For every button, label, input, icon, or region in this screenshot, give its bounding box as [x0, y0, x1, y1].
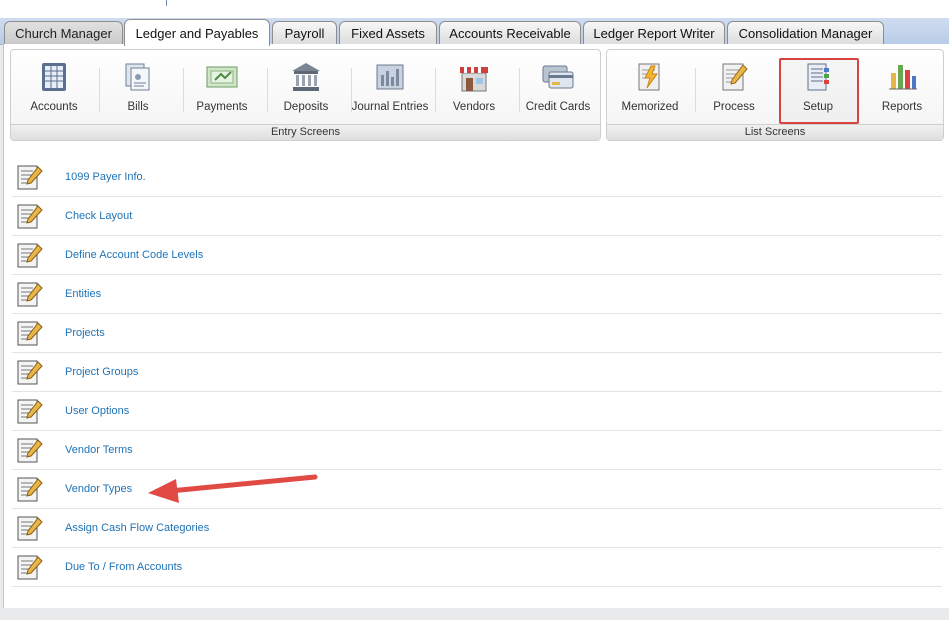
process-button[interactable]: Process — [693, 60, 775, 120]
edit-document-icon — [16, 359, 44, 386]
top-bar — [0, 0, 949, 18]
setup-link-1099-payer-info[interactable]: 1099 Payer Info. — [65, 171, 146, 183]
vendors-button[interactable]: Vendors — [433, 60, 515, 120]
setup-button[interactable]: Setup — [777, 60, 859, 120]
setup-link-project-groups[interactable]: Project Groups — [65, 366, 138, 378]
deposits-button[interactable]: Deposits — [265, 60, 347, 120]
setup-link-vendor-types[interactable]: Vendor Types — [65, 483, 132, 495]
setup-link-assign-cash-flow-categories[interactable]: Assign Cash Flow Categories — [65, 522, 209, 534]
memorized-label: Memorized — [621, 101, 679, 113]
reports-button[interactable]: Reports — [861, 60, 943, 120]
edit-document-icon — [16, 515, 44, 542]
setup-link-check-layout[interactable]: Check Layout — [65, 210, 132, 222]
edit-document-icon — [16, 164, 44, 191]
list-item: Check Layout — [12, 197, 942, 236]
list-item: 1099 Payer Info. — [12, 158, 942, 197]
tab-church-manager[interactable]: Church Manager — [4, 21, 123, 45]
bills-button[interactable]: Bills — [97, 60, 179, 120]
pencil-doc-icon — [717, 60, 751, 94]
list-item: User Options — [12, 392, 942, 431]
edit-document-icon — [16, 398, 44, 425]
setup-doc-icon — [801, 60, 835, 94]
memorized-button[interactable]: Memorized — [609, 60, 691, 120]
edit-document-icon — [16, 281, 44, 308]
setup-link-entities[interactable]: Entities — [65, 288, 101, 300]
annotation-arrow-icon — [148, 474, 318, 503]
accounts-label: Accounts — [30, 101, 78, 113]
accounts-icon — [37, 60, 71, 94]
tab-accounts-receivable[interactable]: Accounts Receivable — [439, 21, 581, 45]
list-item: Due To / From Accounts — [12, 548, 942, 587]
list-item: Project Groups — [12, 353, 942, 392]
credit-cards-button[interactable]: Credit Cards — [517, 60, 599, 120]
setup-link-user-options[interactable]: User Options — [65, 405, 129, 417]
bills-icon — [121, 60, 155, 94]
list-item: Define Account Code Levels — [12, 236, 942, 275]
payments-label: Payments — [196, 101, 248, 113]
edit-document-icon — [16, 554, 44, 581]
lightning-doc-icon — [633, 60, 667, 94]
journal-icon — [373, 60, 407, 94]
list-screens-group: Memorized Process Setup Reports List Scr… — [606, 49, 944, 141]
journal-entries-button[interactable]: Journal Entries — [349, 60, 431, 120]
reports-label: Reports — [881, 101, 923, 113]
edit-document-icon — [16, 437, 44, 464]
credit-card-icon — [541, 60, 575, 94]
app-window: Church Manager Ledger and Payables Payro… — [0, 0, 949, 620]
tab-ledger-and-payables[interactable]: Ledger and Payables — [124, 19, 270, 46]
setup-link-due-to-from-accounts[interactable]: Due To / From Accounts — [65, 561, 182, 573]
store-icon — [457, 60, 491, 94]
edit-document-icon — [16, 320, 44, 347]
tab-consolidation-manager[interactable]: Consolidation Manager — [727, 21, 884, 45]
divider — [166, 0, 167, 6]
tab-ledger-report-writer[interactable]: Ledger Report Writer — [583, 21, 725, 45]
list-item: Assign Cash Flow Categories — [12, 509, 942, 548]
entry-screens-label: Entry Screens — [11, 124, 600, 140]
edit-document-icon — [16, 476, 44, 503]
setup-link-projects[interactable]: Projects — [65, 327, 105, 339]
setup-list: 1099 Payer Info. Check Layout Define Acc… — [12, 158, 942, 587]
bank-icon — [289, 60, 323, 94]
main-panel: Accounts Bills Payments Deposits Journal… — [3, 44, 949, 608]
accounts-button[interactable]: Accounts — [13, 60, 95, 120]
setup-link-vendor-terms[interactable]: Vendor Terms — [65, 444, 133, 456]
setup-link-define-account-code-levels[interactable]: Define Account Code Levels — [65, 249, 203, 261]
deposits-label: Deposits — [283, 101, 329, 113]
tab-payroll[interactable]: Payroll — [272, 21, 337, 45]
bills-label: Bills — [127, 101, 149, 113]
payments-icon — [205, 60, 239, 94]
module-tabs: Church Manager Ledger and Payables Payro… — [0, 18, 949, 46]
setup-label: Setup — [802, 101, 834, 113]
credit-cards-label: Credit Cards — [525, 101, 591, 113]
bar-chart-icon — [885, 60, 919, 94]
process-label: Process — [713, 101, 755, 113]
edit-document-icon — [16, 242, 44, 269]
list-item: Projects — [12, 314, 942, 353]
entry-screens-group: Accounts Bills Payments Deposits Journal… — [10, 49, 601, 141]
bottom-band — [0, 608, 949, 620]
payments-button[interactable]: Payments — [181, 60, 263, 120]
list-item: Vendor Terms — [12, 431, 942, 470]
edit-document-icon — [16, 203, 44, 230]
list-item: Entities — [12, 275, 942, 314]
list-screens-label: List Screens — [607, 124, 943, 140]
tab-fixed-assets[interactable]: Fixed Assets — [339, 21, 437, 45]
journal-entries-label: Journal Entries — [351, 101, 429, 113]
vendors-label: Vendors — [452, 101, 496, 113]
